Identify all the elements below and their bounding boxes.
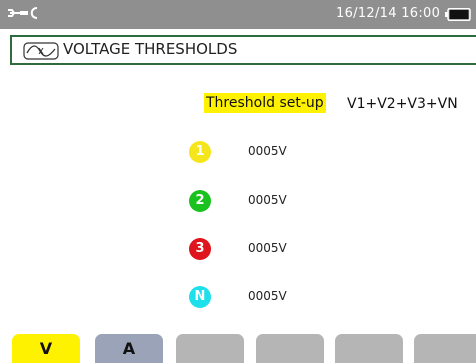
tab-empty-6[interactable] bbox=[414, 334, 476, 363]
phase-2-badge: 2 bbox=[189, 190, 211, 212]
phase-row-3: 3 0005V bbox=[0, 237, 476, 263]
phase-2-threshold-value[interactable]: 0005V bbox=[248, 193, 287, 207]
phase-n-badge: N bbox=[189, 286, 211, 308]
page-title: VOLTAGE THRESHOLDS bbox=[63, 40, 238, 58]
tab-voltage[interactable]: V bbox=[12, 334, 80, 363]
phase-n-threshold-value[interactable]: 0005V bbox=[248, 289, 287, 303]
tab-empty-4[interactable] bbox=[256, 334, 324, 363]
tab-empty-5[interactable] bbox=[335, 334, 403, 363]
threshold-setup-label[interactable]: Threshold set-up bbox=[204, 93, 326, 113]
phase-3-badge: 3 bbox=[189, 238, 211, 260]
function-tab-bar: V A bbox=[0, 334, 476, 363]
datetime-display: 16/12/14 16:00 bbox=[336, 6, 441, 21]
status-bar: 16/12/14 16:00 bbox=[0, 0, 476, 29]
title-bar: VOLTAGE THRESHOLDS bbox=[10, 35, 476, 65]
wrench-plug-icon bbox=[8, 7, 38, 19]
phase-1-badge: 1 bbox=[189, 141, 211, 163]
phase-row-1: 1 0005V bbox=[0, 140, 476, 166]
tab-empty-3[interactable] bbox=[176, 334, 244, 363]
phase-row-2: 2 0005V bbox=[0, 189, 476, 215]
tab-current[interactable]: A bbox=[95, 334, 163, 363]
battery-icon bbox=[445, 8, 471, 21]
phase-1-threshold-value[interactable]: 0005V bbox=[248, 144, 287, 158]
threshold-setup-value[interactable]: V1+V2+V3+VN bbox=[347, 94, 458, 114]
phase-row-n: N 0005V bbox=[0, 285, 476, 311]
phase-3-threshold-value[interactable]: 0005V bbox=[248, 241, 287, 255]
voltage-threshold-icon bbox=[23, 42, 59, 60]
